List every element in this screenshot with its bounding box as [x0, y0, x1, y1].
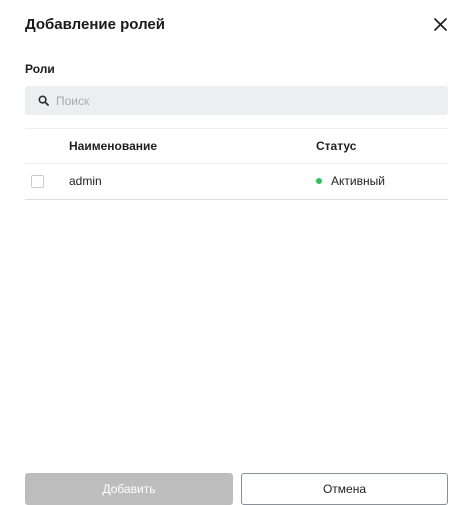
dialog-title: Добавление ролей [25, 16, 165, 33]
cancel-button[interactable]: Отмена [241, 473, 448, 505]
close-icon [433, 17, 447, 31]
search-icon [37, 94, 50, 107]
status-text: Активный [331, 174, 385, 188]
roles-table: Наименование Статус admin Активный [25, 128, 448, 200]
column-header-status[interactable]: Статус [316, 138, 356, 154]
add-roles-dialog: Добавление ролей Роли Наименование Стату… [0, 0, 456, 505]
table-header: Наименование Статус [25, 128, 448, 164]
column-header-name[interactable]: Наименование [69, 138, 157, 154]
status-cell: Активный [316, 173, 385, 189]
roles-section-label: Роли [25, 62, 55, 76]
table-row[interactable]: admin Активный [25, 164, 448, 200]
search-box [25, 86, 448, 115]
status-dot-icon [316, 178, 322, 184]
row-checkbox[interactable] [31, 175, 44, 188]
search-input[interactable] [56, 86, 436, 115]
close-button[interactable] [428, 12, 452, 36]
add-button[interactable]: Добавить [25, 473, 233, 505]
role-name: admin [69, 174, 102, 188]
